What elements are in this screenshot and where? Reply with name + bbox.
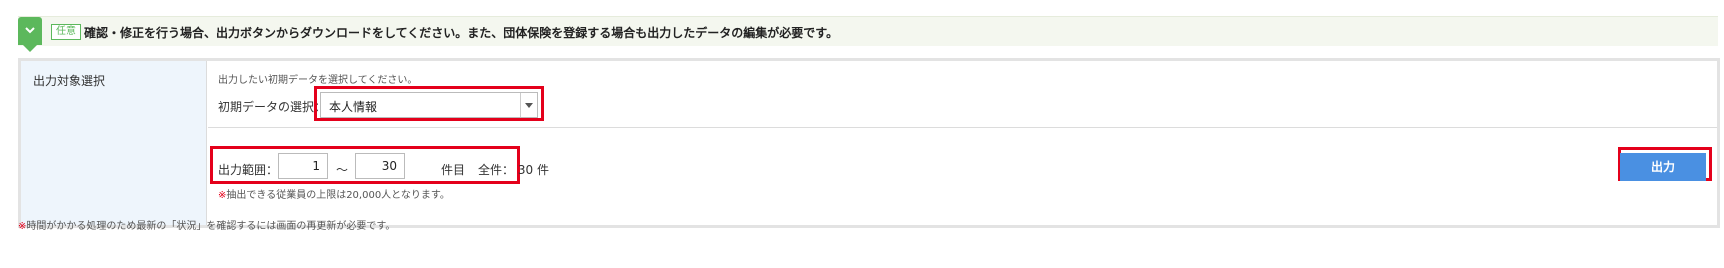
row-label: 出力対象選択: [33, 74, 106, 88]
output-settings-panel: 出力対象選択 出力したい初期データを選択してください。 初期データの選択： 本人…: [18, 58, 1720, 228]
note-text: 抽出できる従業員の上限は20,000人となります。: [226, 190, 450, 201]
banner-pointer: [23, 45, 37, 52]
caret-down-icon[interactable]: [520, 93, 537, 117]
limit-note: ※抽出できる従業員の上限は20,000人となります。: [218, 186, 450, 201]
output-button[interactable]: 出力: [1620, 153, 1706, 181]
total-label: 全件：: [478, 163, 515, 177]
total-count: 全件： 30 件: [478, 161, 549, 178]
range-label: 出力範囲：: [218, 163, 279, 177]
row-label-cell: 出力対象選択: [21, 61, 207, 225]
range-row: 出力範囲： 1 ～ 30 件目 全件： 30 件 ※抽出できる従業員の上限は20…: [208, 129, 1717, 225]
collapse-toggle-button[interactable]: [18, 17, 42, 45]
footer-note: ※時間がかかる処理のため最新の「状況」を確認するには画面の再更新が必要です。: [18, 217, 395, 232]
initial-data-select[interactable]: 本人情報: [320, 92, 538, 118]
select-value: 本人情報: [329, 100, 378, 114]
total-value: 30: [517, 163, 534, 177]
footer-text: 時間がかかる処理のため最新の「状況」を確認するには画面の再更新が必要です。: [26, 221, 396, 232]
select-label: 初期データの選択：: [218, 100, 327, 114]
data-select-row: 出力したい初期データを選択してください。 初期データの選択： 本人情報: [208, 61, 1717, 128]
chevron-down-icon: [25, 27, 35, 34]
optional-badge: 任意: [51, 24, 81, 40]
range-from-input[interactable]: 1: [278, 153, 328, 179]
banner-text: 確認・修正を行う場合、出力ボタンからダウンロードをしてください。また、団体保険を…: [84, 26, 839, 40]
range-separator: ～: [336, 163, 349, 177]
range-unit: 件目: [441, 163, 466, 177]
select-hint: 出力したい初期データを選択してください。: [218, 75, 418, 86]
notice-banner: 任意 確認・修正を行う場合、出力ボタンからダウンロードをしてください。また、団体…: [18, 16, 1718, 52]
range-to-input[interactable]: 30: [355, 153, 405, 179]
total-unit: 件: [536, 163, 549, 177]
